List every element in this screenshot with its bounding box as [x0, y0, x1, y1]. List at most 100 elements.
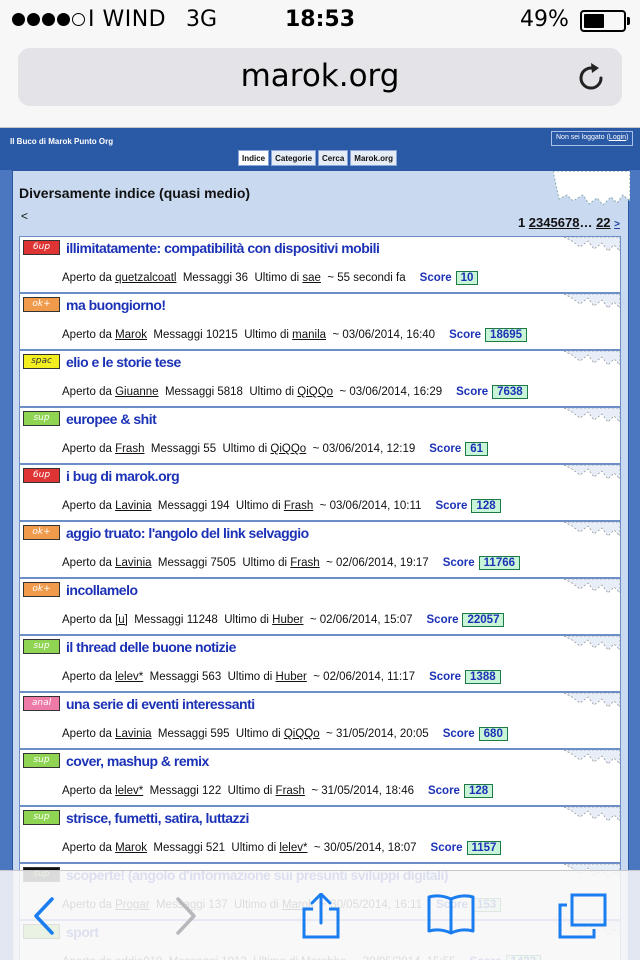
thread-row[interactable]: 6up i bug di marok.org Aperto da Lavinia M… [19, 464, 621, 521]
author-link[interactable]: lelev* [115, 671, 143, 683]
site-name[interactable]: Il Buco di Marok Punto Org [10, 137, 113, 146]
address-bar[interactable]: marok.org [18, 48, 622, 106]
thread-row[interactable]: 6up illimitatamente: compatibilità con di… [19, 236, 621, 293]
page-link[interactable]: 5 [551, 215, 558, 230]
thread-title[interactable]: una serie di eventi interessanti [66, 696, 255, 712]
thread-row[interactable]: ok+ incollamelo Aperto da [u] Messaggi 112… [19, 578, 621, 635]
page-link[interactable]: 2 [529, 215, 536, 230]
thread-title[interactable]: illimitatamente: compatibilità con dispo… [66, 240, 380, 256]
thread-row[interactable]: anal una serie di eventi interessanti Aper… [19, 692, 621, 749]
last-user-link[interactable]: lelev* [279, 842, 307, 854]
author-link[interactable]: Lavinia [115, 557, 151, 569]
browser-toolbar [0, 870, 640, 960]
category-badge[interactable]: ok+ [23, 297, 60, 312]
opened-by-label: Aperto da [62, 785, 112, 797]
bookmarks-icon[interactable] [426, 893, 476, 939]
author-link[interactable]: Marok [115, 329, 147, 341]
category-badge[interactable]: sup [23, 810, 60, 825]
thread-row[interactable]: ok+ aggio truato: l'angolo del link selva… [19, 521, 621, 578]
author-link[interactable]: [u] [115, 614, 128, 626]
messages-label: Messaggi [157, 728, 208, 740]
thread-title[interactable]: i bug di marok.org [66, 468, 180, 484]
thread-list: 6up illimitatamente: compatibilità con di… [19, 236, 621, 960]
reload-icon[interactable] [574, 61, 608, 95]
tab-marok-org[interactable]: Marok.org [350, 150, 397, 166]
last-post-time[interactable]: ~ 03/06/2014, 16:29 [339, 386, 442, 398]
login-link[interactable]: Login [609, 134, 626, 141]
thread-row[interactable]: sup strisce, fumetti, satira, luttazzi Ape… [19, 806, 621, 863]
category-badge[interactable]: ok+ [23, 525, 60, 540]
score-label: Score [419, 272, 452, 284]
thread-row[interactable]: sup cover, mashup & remix Aperto da lelev*… [19, 749, 621, 806]
last-post-time[interactable]: ~ 03/06/2014, 16:40 [332, 329, 435, 341]
last-user-link[interactable]: QiQQo [270, 443, 306, 455]
page-next[interactable]: > [614, 219, 620, 230]
back-link[interactable]: < [21, 209, 28, 223]
category-badge[interactable]: 6up [23, 240, 60, 255]
score-label: Score [427, 785, 460, 797]
author-link[interactable]: lelev* [115, 785, 143, 797]
category-badge[interactable]: sup [23, 639, 60, 654]
back-icon[interactable] [22, 893, 72, 939]
last-post-time[interactable]: ~ 02/06/2014, 11:17 [313, 671, 415, 683]
last-user-link[interactable]: Huber [272, 614, 303, 626]
author-link[interactable]: quetzalcoatl [115, 272, 176, 284]
thread-row[interactable]: ok+ ma buongiorno! Aperto da Marok Messagg… [19, 293, 621, 350]
last-by-label: Ultimo di [235, 500, 281, 512]
category-badge[interactable]: sup [23, 753, 60, 768]
category-badge[interactable]: sup [23, 411, 60, 426]
status-bar: I WIND 3G 18:53 49% [0, 0, 640, 40]
last-user-link[interactable]: Frash [276, 785, 305, 797]
thread-title[interactable]: ma buongiorno! [66, 297, 166, 313]
last-user-link[interactable]: Huber [276, 671, 307, 683]
score-label: Score [442, 557, 475, 569]
category-badge[interactable]: 6up [23, 468, 60, 483]
torn-edge-decoration [564, 351, 620, 366]
page-last[interactable]: 22 [596, 215, 610, 230]
thread-title[interactable]: incollamelo [66, 582, 138, 598]
last-post-time[interactable]: ~ 03/06/2014, 12:19 [313, 443, 416, 455]
thread-title[interactable]: europee & shit [66, 411, 157, 427]
last-post-time[interactable]: ~ 30/05/2014, 18:07 [314, 842, 417, 854]
category-badge[interactable]: anal [23, 696, 60, 711]
tab-categorie[interactable]: Categorie [271, 150, 317, 166]
last-user-link[interactable]: QiQQo [284, 728, 320, 740]
category-badge[interactable]: ok+ [23, 582, 60, 597]
thread-title[interactable]: aggio truato: l'angolo del link selvaggi… [66, 525, 309, 541]
author-link[interactable]: Lavinia [115, 728, 151, 740]
tabs-icon[interactable] [558, 893, 608, 939]
category-badge[interactable]: spac [23, 354, 60, 369]
thread-title[interactable]: elio e le storie tese [66, 354, 181, 370]
last-post-time[interactable]: ~ 02/06/2014, 19:17 [326, 557, 429, 569]
page-link[interactable]: 6 [558, 215, 565, 230]
page-link[interactable]: 4 [543, 215, 550, 230]
last-by-label: Ultimo di [254, 272, 300, 284]
last-post-time[interactable]: ~ 55 secondi fa [327, 272, 405, 284]
last-post-time[interactable]: ~ 03/06/2014, 10:11 [320, 500, 422, 512]
thread-row[interactable]: sup il thread delle buone notizie Aperto d… [19, 635, 621, 692]
author-link[interactable]: Lavinia [115, 500, 151, 512]
thread-title[interactable]: strisce, fumetti, satira, luttazzi [66, 810, 249, 826]
page-title: Diversamente indice (quasi medio) [19, 185, 251, 201]
last-user-link[interactable]: Frash [290, 557, 319, 569]
last-user-link[interactable]: manila [292, 329, 326, 341]
url-text[interactable]: marok.org [18, 58, 622, 94]
last-user-link[interactable]: Frash [284, 500, 313, 512]
last-user-link[interactable]: QiQQo [297, 386, 333, 398]
thread-title[interactable]: il thread delle buone notizie [66, 639, 236, 655]
share-icon[interactable] [296, 893, 346, 939]
tab-indice[interactable]: Indice [238, 150, 270, 166]
last-post-time[interactable]: ~ 31/05/2014, 20:05 [326, 728, 429, 740]
thread-row[interactable]: spac elio e le storie tese Aperto da Giuan… [19, 350, 621, 407]
author-link[interactable]: Frash [115, 443, 144, 455]
author-link[interactable]: Marok [115, 842, 147, 854]
last-post-time[interactable]: ~ 02/06/2014, 15:07 [310, 614, 413, 626]
thread-row[interactable]: sup europee & shit Aperto da Frash Messagg… [19, 407, 621, 464]
thread-title[interactable]: cover, mashup & remix [66, 753, 209, 769]
author-link[interactable]: Giuanne [115, 386, 158, 398]
messages-label: Messaggi [182, 272, 233, 284]
last-user-link[interactable]: sae [302, 272, 321, 284]
tab-cerca[interactable]: Cerca [318, 150, 349, 166]
last-post-time[interactable]: ~ 31/05/2014, 18:46 [311, 785, 414, 797]
forward-icon[interactable] [160, 893, 210, 939]
